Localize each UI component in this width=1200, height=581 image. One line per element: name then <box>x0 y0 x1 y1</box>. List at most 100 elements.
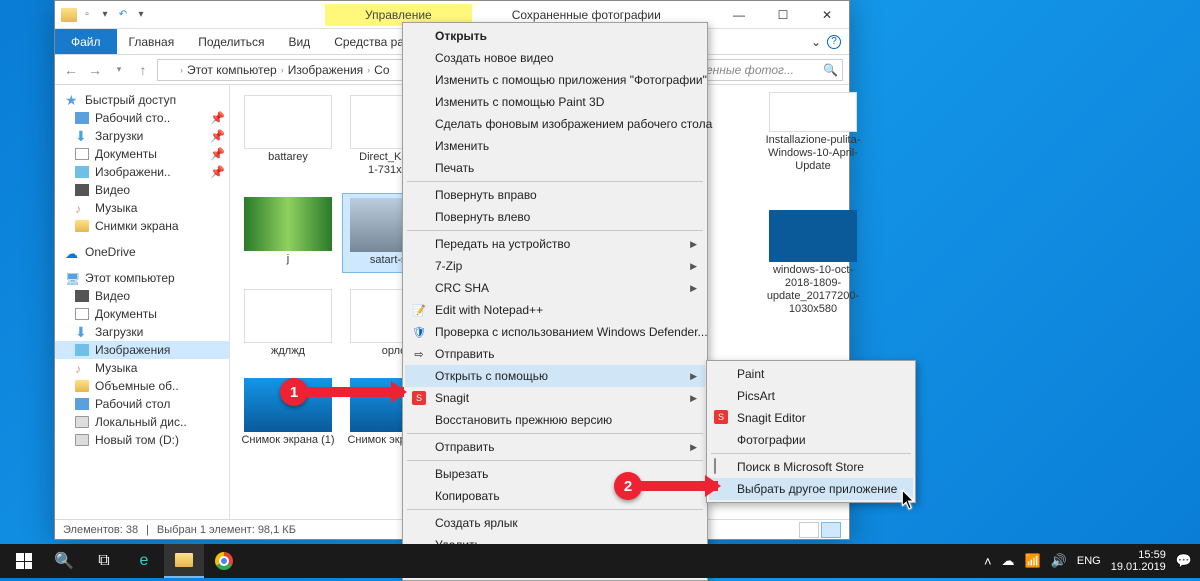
tray-notifications-icon[interactable]: 💬 <box>1176 553 1192 569</box>
ctx-edit-photos[interactable]: Изменить с помощью приложения "Фотографи… <box>405 69 705 91</box>
nav-up[interactable]: ↑ <box>133 60 153 80</box>
taskbar-explorer[interactable] <box>164 544 204 578</box>
sub-choose-another[interactable]: Выбрать другое приложение <box>709 478 913 500</box>
quick-access-toolbar: ▫ ▾ ↶ ▾ <box>55 7 155 23</box>
nav-tree[interactable]: ★Быстрый доступ Рабочий сто..📌 ⬇Загрузки… <box>55 85 230 521</box>
tray-language[interactable]: ENG <box>1077 555 1101 567</box>
file-thumb[interactable]: j <box>236 193 340 272</box>
tree-music[interactable]: ♪Музыка <box>55 199 229 217</box>
qat-btn[interactable]: ▾ <box>97 7 113 23</box>
file-thumb[interactable]: ждлжд <box>236 285 340 362</box>
annotation-1: 1 <box>280 378 308 406</box>
tree-pc-desktop[interactable]: Рабочий стол <box>55 395 229 413</box>
sub-paint[interactable]: Paint <box>709 363 913 385</box>
taskbar-edge[interactable]: e <box>124 544 164 578</box>
tray-onedrive-icon[interactable]: ☁ <box>1002 553 1015 569</box>
tree-pc-videos[interactable]: Видео <box>55 287 229 305</box>
tree-pc-documents[interactable]: Документы <box>55 305 229 323</box>
tree-quick-access[interactable]: ★Быстрый доступ <box>55 91 229 109</box>
ctx-open-with[interactable]: Открыть с помощью▶ <box>405 365 705 387</box>
cursor-icon <box>902 490 916 510</box>
tree-pc-localdisk[interactable]: Локальный дис.. <box>55 413 229 431</box>
qat-undo[interactable]: ↶ <box>115 7 131 23</box>
breadcrumb-seg[interactable]: Изображения <box>288 63 363 77</box>
tree-documents[interactable]: Документы📌 <box>55 145 229 163</box>
view-thumbs[interactable] <box>821 522 841 538</box>
ctx-cast[interactable]: Передать на устройство▶ <box>405 233 705 255</box>
ctx-restore[interactable]: Восстановить прежнюю версию <box>405 409 705 431</box>
help-icon[interactable]: ? <box>827 35 841 49</box>
view-details[interactable] <box>799 522 819 538</box>
sub-photos[interactable]: Фотографии <box>709 429 913 451</box>
ctx-rotate-left[interactable]: Повернуть влево <box>405 206 705 228</box>
tree-pc-3d[interactable]: Объемные об.. <box>55 377 229 395</box>
tree-pc-music[interactable]: ♪Музыка <box>55 359 229 377</box>
close-button[interactable]: ✕ <box>805 1 849 29</box>
qat-btn[interactable]: ▫ <box>79 7 95 23</box>
windows-logo-icon <box>16 553 32 569</box>
ctx-open[interactable]: Открыть <box>405 25 705 47</box>
qat-dropdown[interactable]: ▾ <box>133 7 149 23</box>
ctx-share[interactable]: ⇨Отправить <box>405 343 705 365</box>
ctx-edit-paint3d[interactable]: Изменить с помощью Paint 3D <box>405 91 705 113</box>
ribbon-file[interactable]: Файл <box>55 29 117 54</box>
ribbon-share[interactable]: Поделиться <box>186 29 276 54</box>
tree-screenshots[interactable]: Снимки экрана <box>55 217 229 235</box>
tree-videos[interactable]: Видео <box>55 181 229 199</box>
store-icon <box>714 459 730 475</box>
tree-pc-newvol[interactable]: Новый том (D:) <box>55 431 229 449</box>
minimize-button[interactable]: — <box>717 1 761 29</box>
window-title: Сохраненные фотографии <box>512 8 717 22</box>
share-icon: ⇨ <box>411 346 427 362</box>
nav-forward[interactable]: → <box>85 60 105 80</box>
tray-clock[interactable]: 15:59 19.01.2019 <box>1111 549 1166 573</box>
taskbar-chrome[interactable] <box>204 544 244 578</box>
folder-icon <box>162 64 176 76</box>
tree-downloads[interactable]: ⬇Загрузки📌 <box>55 127 229 145</box>
nav-back[interactable]: ← <box>61 60 81 80</box>
snagit-icon: S <box>714 410 730 426</box>
ctx-rotate-right[interactable]: Повернуть вправо <box>405 184 705 206</box>
sub-picsart[interactable]: PicsArt <box>709 385 913 407</box>
tree-pc-downloads[interactable]: ⬇Загрузки <box>55 323 229 341</box>
ctx-print[interactable]: Печать <box>405 157 705 179</box>
ribbon-view[interactable]: Вид <box>276 29 322 54</box>
ctx-7zip[interactable]: 7-Zip▶ <box>405 255 705 277</box>
ctx-crcsha[interactable]: CRC SHA▶ <box>405 277 705 299</box>
ctx-set-wallpaper[interactable]: Сделать фоновым изображением рабочего ст… <box>405 113 705 135</box>
file-thumb[interactable]: battarey <box>236 91 340 181</box>
tray-volume-icon[interactable]: 🔊 <box>1051 553 1067 569</box>
sub-snagit-editor[interactable]: SSnagit Editor <box>709 407 913 429</box>
ribbon-home[interactable]: Главная <box>117 29 187 54</box>
tray-chevron-up-icon[interactable]: ˄ <box>984 554 992 569</box>
tray-network-icon[interactable]: 📶 <box>1025 553 1041 569</box>
sub-ms-store[interactable]: Поиск в Microsoft Store <box>709 456 913 478</box>
folder-icon <box>175 553 193 567</box>
tree-pc-pictures[interactable]: Изображения <box>55 341 229 359</box>
tree-onedrive[interactable]: ☁OneDrive <box>55 243 229 261</box>
ctx-sendto[interactable]: Отправить▶ <box>405 436 705 458</box>
maximize-button[interactable]: ☐ <box>761 1 805 29</box>
start-button[interactable] <box>4 544 44 578</box>
task-view-button[interactable]: ⧉ <box>84 544 124 578</box>
tree-desktop[interactable]: Рабочий сто..📌 <box>55 109 229 127</box>
tree-this-pc[interactable]: 🖥Этот компьютер <box>55 269 229 287</box>
context-menu: Открыть Создать новое видео Изменить с п… <box>402 22 708 581</box>
breadcrumb-seg[interactable]: Этот компьютер <box>187 63 277 77</box>
file-thumb[interactable]: windows-10-oct-2018-1809-update_20177200… <box>758 206 868 321</box>
chevron-down-icon[interactable]: ⌄ <box>811 35 821 49</box>
file-thumb[interactable]: Installazione-pulita-Windows-10-April-Up… <box>758 88 868 178</box>
tree-pictures[interactable]: Изображени..📌 <box>55 163 229 181</box>
ctx-notepad[interactable]: 📝Edit with Notepad++ <box>405 299 705 321</box>
window-controls: — ☐ ✕ <box>717 1 849 29</box>
nav-recent[interactable]: ▾ <box>109 60 129 80</box>
ctx-defender[interactable]: 🛡Проверка с использованием Windows Defen… <box>405 321 705 343</box>
search-button[interactable]: 🔍 <box>44 544 84 578</box>
ctx-new-video[interactable]: Создать новое видео <box>405 47 705 69</box>
breadcrumb-seg[interactable]: Со <box>374 63 389 77</box>
photos-icon <box>714 432 730 448</box>
system-tray: ˄ ☁ 📶 🔊 ENG 15:59 19.01.2019 💬 <box>984 549 1196 573</box>
ctx-snagit[interactable]: SSnagit▶ <box>405 387 705 409</box>
ctx-shortcut[interactable]: Создать ярлык <box>405 512 705 534</box>
ctx-edit[interactable]: Изменить <box>405 135 705 157</box>
